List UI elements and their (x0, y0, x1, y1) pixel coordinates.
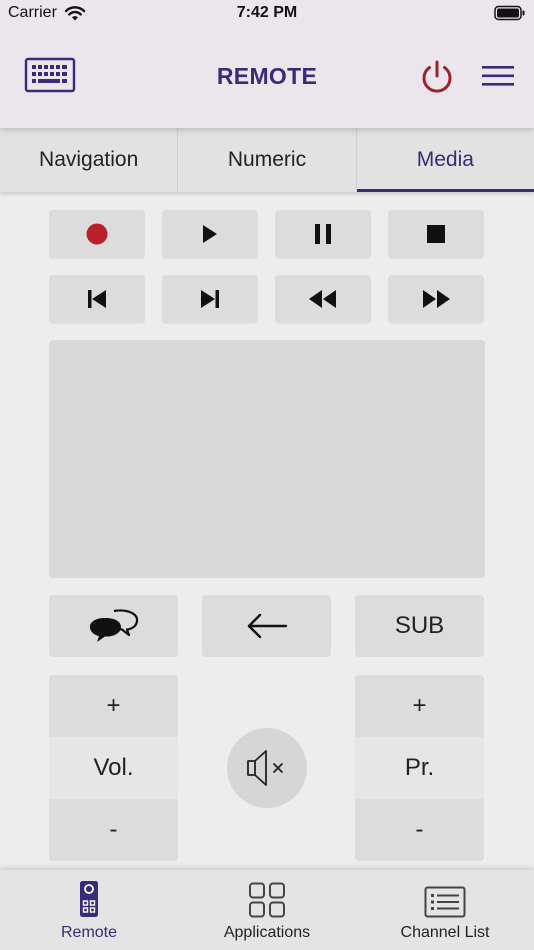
volume-down-button[interactable]: - (49, 799, 178, 861)
chat-button[interactable] (49, 595, 178, 657)
tab-media[interactable]: Media (356, 128, 534, 192)
battery-icon (494, 5, 525, 21)
volume-up-button[interactable]: + (49, 675, 178, 737)
mute-icon (247, 750, 283, 786)
nav-channel-list[interactable]: Channel List (356, 870, 534, 950)
list-icon (424, 886, 466, 918)
tab-navigation[interactable]: Navigation (0, 128, 179, 192)
pause-icon (315, 224, 331, 244)
header-bar: Carrier 7:42 PM REMOTE (0, 0, 534, 128)
play-icon (203, 225, 217, 243)
tab-bar: Navigation Numeric Media (0, 128, 534, 192)
nav-remote-label: Remote (60, 924, 118, 941)
touchpad-area[interactable] (49, 340, 485, 578)
skip-previous-button[interactable] (49, 275, 145, 323)
back-button[interactable] (202, 595, 331, 657)
skip-next-button[interactable] (162, 275, 258, 323)
fast-forward-icon (423, 290, 450, 308)
skip-next-icon (201, 290, 219, 308)
tab-numeric[interactable]: Numeric (178, 128, 357, 192)
remote-icon (80, 881, 98, 917)
nav-applications[interactable]: Applications (178, 870, 356, 950)
program-up-button[interactable]: + (355, 675, 484, 737)
record-icon (86, 223, 108, 245)
volume-rocker: + Vol. - (49, 675, 178, 861)
fast-forward-button[interactable] (388, 275, 484, 323)
nav-applications-label: Applications (223, 924, 311, 941)
program-label: Pr. (355, 737, 484, 799)
nav-channel-list-label: Channel List (400, 924, 490, 941)
power-icon[interactable] (418, 58, 456, 96)
mute-button[interactable] (227, 728, 307, 808)
volume-label: Vol. (49, 737, 178, 799)
nav-remote[interactable]: Remote (0, 870, 178, 950)
speech-bubbles-icon (89, 609, 138, 642)
status-time: 7:42 PM (236, 4, 298, 21)
bottom-navigation: Remote Applications Channel List (0, 870, 534, 950)
record-button[interactable] (49, 210, 145, 258)
back-arrow-icon (247, 613, 287, 639)
hamburger-menu-icon[interactable] (480, 62, 516, 90)
skip-previous-icon (88, 290, 106, 308)
rewind-button[interactable] (275, 275, 371, 323)
program-down-button[interactable]: - (355, 799, 484, 861)
subtitle-button[interactable]: SUB (355, 595, 484, 657)
rewind-icon (309, 290, 336, 308)
stop-icon (427, 225, 445, 243)
pause-button[interactable] (275, 210, 371, 258)
apps-grid-icon (249, 882, 285, 918)
play-button[interactable] (162, 210, 258, 258)
program-rocker: + Pr. - (355, 675, 484, 861)
stop-button[interactable] (388, 210, 484, 258)
